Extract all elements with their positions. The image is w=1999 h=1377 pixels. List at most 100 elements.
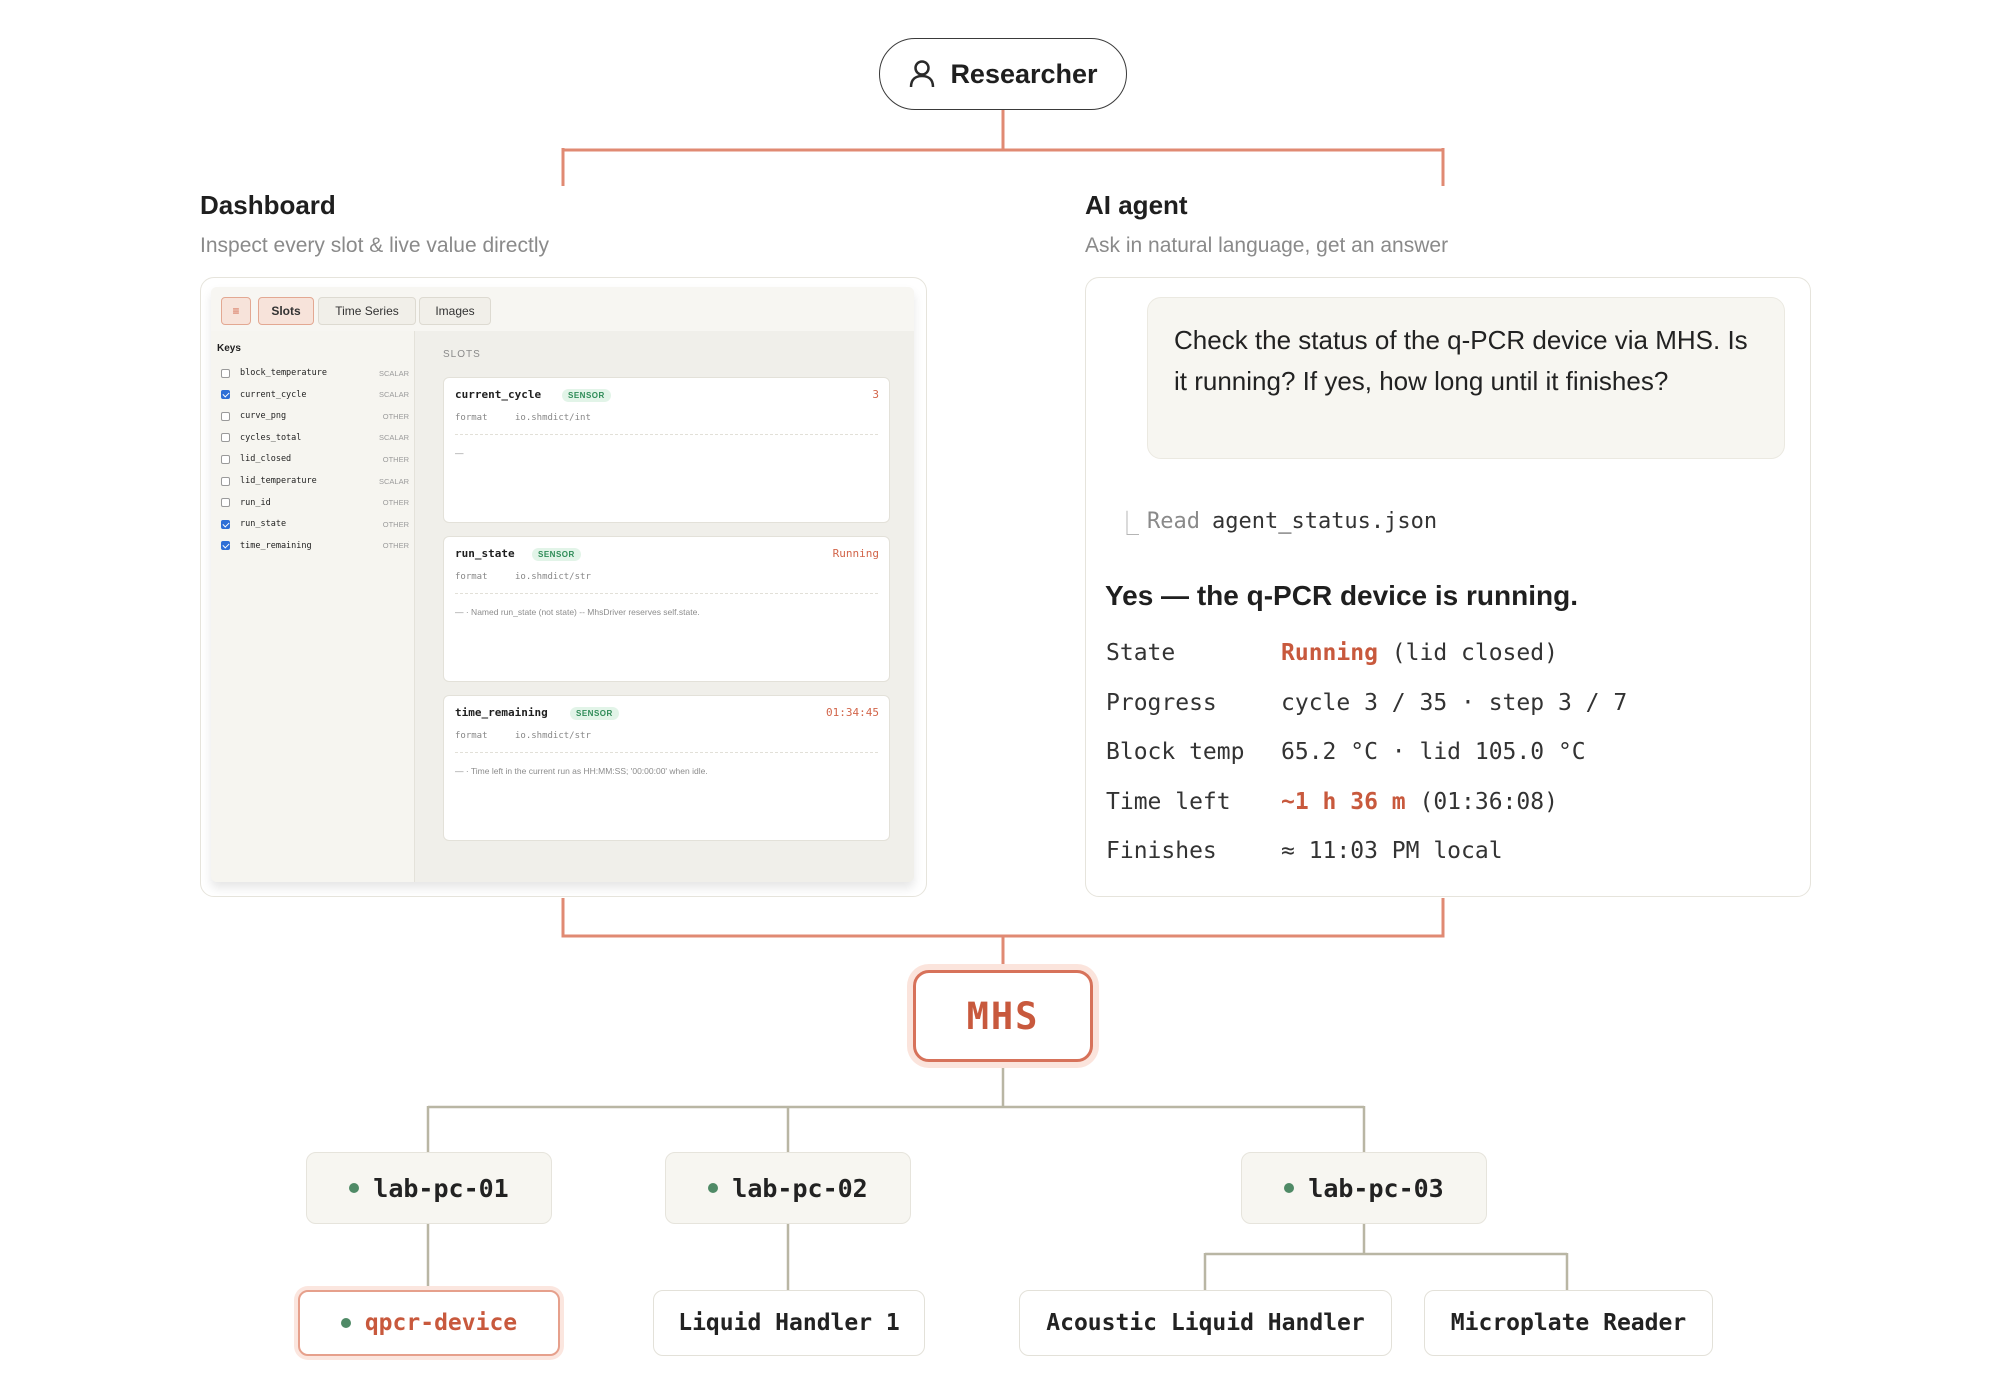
agent-title: AI agent [1085,190,1188,220]
pc-node-2: lab-pc-02 [665,1152,911,1224]
read-file: agent_status.json [1211,509,1438,534]
status-row-value: Running (lid closed) [1281,640,1558,666]
status-detail: cycle 3 / 35 · step 3 / 7 [1281,689,1628,716]
slot-card: run_state SENSOR Running format io.shmdict/s… [443,536,890,682]
slot-card: time_remaining SENSOR 01:34:45 format io.shm… [443,695,890,841]
pc-node-3: lab-pc-03 [1241,1152,1487,1224]
device-connector-b [1203,1224,1569,1290]
key-row[interactable]: run_id OTHER [221,495,409,511]
status-detail: (01:36:08) [1405,788,1558,815]
key-name: time_remaining [240,540,312,551]
mhs-label: MHS [966,994,1040,1038]
key-name: cycles_total [240,432,302,443]
key-checkbox[interactable] [221,368,230,378]
status-row-label: Block temp [1106,739,1245,765]
slot-description: — · Time left in the current run as HH:M… [455,766,708,776]
status-detail: (lid closed) [1377,640,1558,666]
key-type: OTHER [382,411,409,421]
researcher-node: Researcher [879,38,1127,110]
user-icon [910,60,935,88]
key-type: OTHER [382,454,409,464]
key-checkbox[interactable] [221,541,230,551]
key-checkbox[interactable] [221,411,230,421]
pc-label: lab-pc-02 [732,1173,868,1203]
key-row[interactable]: lid_temperature SCALAR [221,473,409,489]
slot-format-label: format [455,413,488,423]
key-checkbox[interactable] [221,433,230,443]
mhs-top-connector [561,898,1445,970]
status-detail: ≈ 11:03 PM local [1281,838,1503,864]
tab-slots[interactable]: Slots [258,297,314,325]
key-name: run_id [240,497,271,508]
slot-name: run_state [455,547,515,560]
key-row[interactable]: block_temperature SCALAR [221,365,409,381]
status-row-label: Finishes [1106,838,1217,864]
device-node-acoustic-liquid-handler: Acoustic Liquid Handler [1019,1290,1392,1356]
key-row[interactable]: run_state OTHER [221,516,409,532]
status-row-value: 65.2 °C · lid 105.0 °C [1281,739,1586,765]
key-name: lid_temperature [240,476,317,486]
sensor-badge: SENSOR [562,389,611,402]
device-connector-a [426,1224,790,1290]
slot-divider [455,593,878,594]
slot-description: — · Named run_state (not state) -- MhsDr… [455,607,700,617]
slot-divider [455,434,878,435]
status-highlight: ~1 h 36 m [1281,788,1406,815]
slot-value: Running [832,547,879,560]
slot-value: 3 [872,388,879,401]
device-label: Microplate Reader [1450,1310,1687,1336]
sensor-badge: SENSOR [532,548,581,561]
key-type: SCALAR [378,368,409,378]
key-checkbox[interactable] [221,519,230,529]
key-type: OTHER [382,498,409,508]
pc-node-1: lab-pc-01 [306,1152,552,1224]
status-dot [340,1318,351,1328]
key-checkbox[interactable] [221,476,230,486]
pc-label: lab-pc-03 [1308,1173,1444,1203]
device-node-qpcr: qpcr-device [298,1290,560,1356]
menu-icon[interactable]: ≡ [221,297,251,325]
key-row[interactable]: current_cycle SCALAR [221,387,409,403]
key-name: curve_png [240,411,287,422]
slot-format-value: io.shmdict/str [515,572,591,582]
agent-subtitle: Ask in natural language, get an answer [1085,234,1449,257]
tab-time-series[interactable]: Time Series [318,297,416,325]
dashboard-screenshot: ≡ Slots Time Series Images Keys block_te… [211,287,914,882]
keys-title: Keys [217,343,241,354]
key-type: SCALAR [378,433,409,443]
slots-header: SLOTS [443,349,481,360]
dashboard-tabbar: ≡ Slots Time Series Images [211,287,914,332]
device-label: qpcr-device [364,1310,518,1336]
key-row[interactable]: time_remaining OTHER [221,538,409,554]
tool-read-line: ⎿ Read agent_status.json [1115,504,1437,539]
tree-branch-icon: ⎿ [1115,510,1139,538]
dashboard-title: Dashboard [200,190,336,220]
pc-label: lab-pc-01 [373,1173,509,1203]
status-dot [1284,1183,1295,1193]
slot-format-value: io.shmdict/str [515,731,591,741]
tab-images[interactable]: Images [419,297,491,325]
key-row[interactable]: curve_png OTHER [221,408,409,424]
key-checkbox[interactable] [221,498,230,508]
slot-card: current_cycle SENSOR 3 format io.shmdict/int… [443,377,890,523]
status-dot [349,1183,360,1193]
status-row-label: Time left [1106,788,1231,815]
key-checkbox[interactable] [221,454,230,464]
slot-divider [455,752,878,753]
key-name: block_temperature [240,368,327,378]
key-checkbox[interactable] [221,390,230,400]
key-row[interactable]: cycles_total SCALAR [221,430,409,446]
key-type: OTHER [382,541,409,551]
key-type: SCALAR [378,476,409,486]
status-dot [708,1183,719,1193]
key-row[interactable]: lid_closed OTHER [221,451,409,467]
slot-format-label: format [455,731,488,741]
status-row-value: ~1 h 36 m (01:36:08) [1281,789,1558,815]
device-label: Acoustic Liquid Handler [1046,1310,1365,1336]
prompt-bubble: Check the status of the q-PCR device via… [1147,297,1785,459]
device-label: Liquid Handler 1 [678,1310,900,1336]
answer-headline: Yes — the q-PCR device is running. [1105,580,1578,611]
prompt-text: Check the status of the q-PCR device via… [1174,325,1748,396]
key-name: run_state [240,519,287,530]
slot-format-label: format [455,572,488,582]
